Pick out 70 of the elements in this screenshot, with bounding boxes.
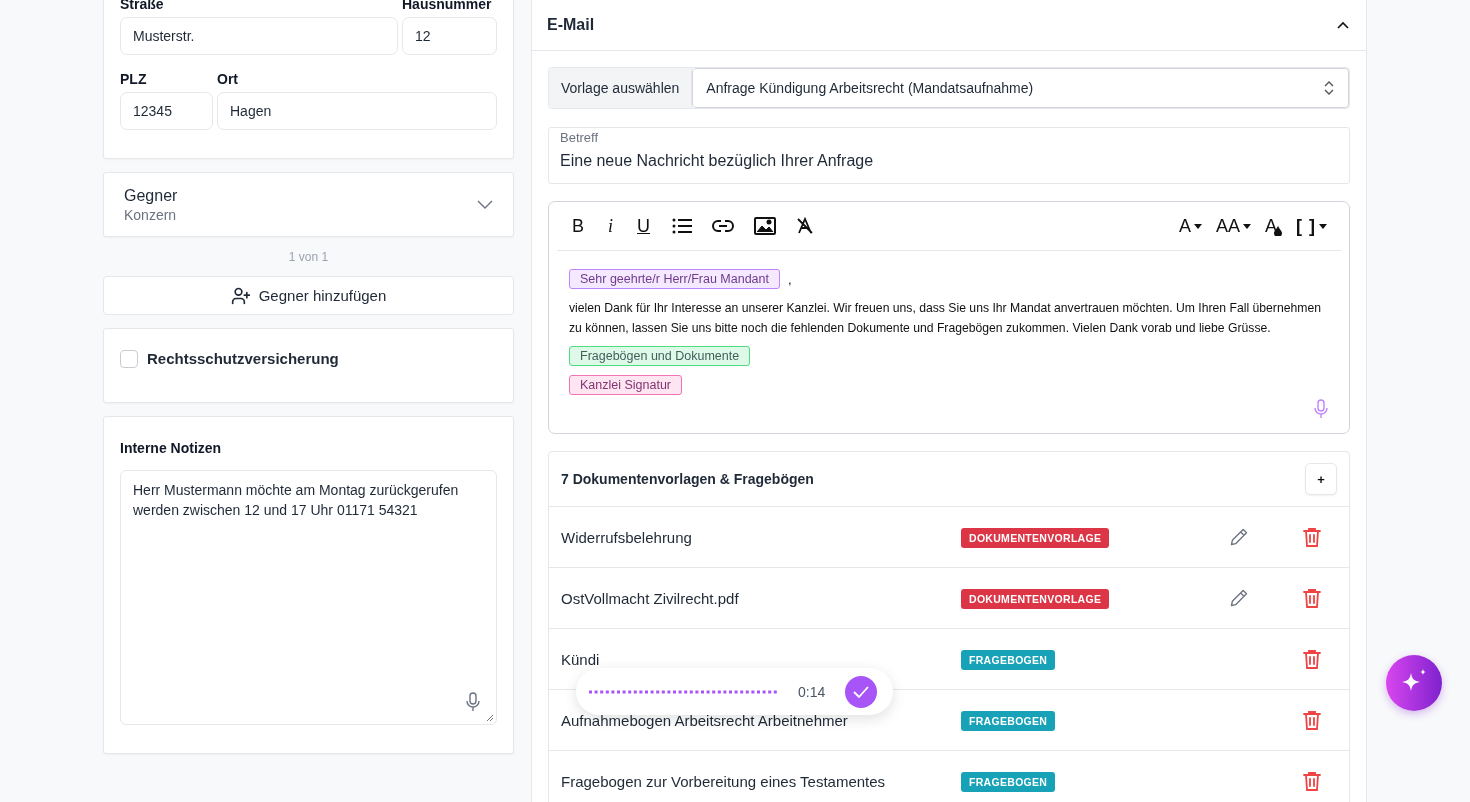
field-label: Hausnummer: [402, 0, 493, 12]
template-select[interactable]: Anfrage Kündigung Arbeitsrecht (Mandatsaufnahme): [692, 68, 1349, 108]
user-plus-icon: [230, 285, 251, 306]
input-field[interactable]: 12: [402, 17, 497, 55]
placeholder-tag[interactable]: Kanzlei Signatur: [569, 375, 683, 395]
input-field[interactable]: Musterstr.: [120, 17, 398, 55]
type-badge: DOKUMENTENVORLAGE: [961, 589, 1110, 609]
trash-icon[interactable]: [1303, 771, 1321, 791]
field-label: PLZ: [120, 71, 148, 87]
section-title: Interne Notizen: [120, 440, 223, 456]
documents-title: 7 Dokumentenvorlagen & Fragebögen: [561, 471, 814, 487]
pager-text: 1 von 1: [287, 250, 330, 264]
document-name: Aufnahmebogen Arbeitsrecht Arbeitnehmer: [561, 711, 849, 729]
document-name: Fragebogen zur Vorbereitung eines Testamentes: [561, 772, 887, 790]
font-button[interactable]: A: [1176, 215, 1204, 237]
clear-format-icon[interactable]: [796, 217, 815, 235]
document-name: Kündi: [561, 650, 601, 668]
trash-icon[interactable]: [1303, 649, 1321, 669]
sort-icon: [1324, 81, 1334, 95]
accordion-header[interactable]: Gegner Konzern: [103, 172, 514, 237]
resize-handle-icon[interactable]: [486, 714, 494, 722]
font-size-button[interactable]: AA: [1213, 215, 1253, 237]
input-field[interactable]: 12345: [120, 92, 213, 130]
trash-icon[interactable]: [1303, 710, 1321, 730]
email-paragraph: vielen Dank für Ihr Interesse an unserer Kanzlei. Wir freuen uns, dass Sie uns Ihr Mandat anvertrauen möchten. Um Ihren Fall übernehmen zu können, lassen Sie uns bitte noch die fehlenden Dokumente und Fragebögen zukommen. Vielen Dank vorab und liebe Grüsse.: [569, 300, 1322, 337]
check-icon: [853, 685, 870, 698]
link-icon[interactable]: [712, 220, 735, 232]
caret-icon: [1319, 223, 1327, 229]
pencil-icon[interactable]: [1229, 588, 1249, 608]
subject-field[interactable]: Betreff Eine neue Nachricht bezüglich Ihrer Anfrage: [548, 127, 1350, 184]
placeholder-tag[interactable]: Fragebögen und Dokumente: [569, 346, 751, 366]
section-title: Gegner: [124, 186, 178, 205]
accordion-header[interactable]: E-Mail: [532, 0, 1366, 51]
text-color-button[interactable]: A: [1263, 215, 1284, 237]
field-label: Ort: [217, 71, 239, 87]
comma-text: ,: [788, 271, 792, 287]
type-badge: FRAGEBOGEN: [961, 772, 1056, 792]
document-name: Widerrufsbelehrung: [561, 528, 693, 546]
microphone-icon: [465, 692, 481, 712]
recording-time: 0:14: [798, 683, 826, 700]
trash-icon[interactable]: [1303, 527, 1321, 547]
checkbox[interactable]: [120, 350, 138, 368]
image-icon[interactable]: [754, 217, 777, 235]
placeholder-tag[interactable]: Sehr geehrte/r Herr/Frau Mandant: [569, 269, 780, 289]
caret-icon: [1193, 223, 1202, 229]
checkbox-label: Rechtsschutzversicherung: [147, 350, 339, 367]
waveform-icon: [588, 689, 778, 694]
pencil-icon[interactable]: [1229, 527, 1249, 547]
droplet-icon: [1274, 226, 1282, 236]
add-opponent-button[interactable]: Gegner hinzufügen: [103, 276, 514, 315]
template-label: Vorlage auswählen: [549, 68, 693, 108]
bullet-list-icon[interactable]: [672, 218, 693, 234]
type-badge: DOKUMENTENVORLAGE: [961, 528, 1110, 548]
trash-icon[interactable]: [1303, 588, 1321, 608]
section-subtitle: Konzern: [124, 206, 178, 223]
add-button[interactable]: +: [1305, 463, 1337, 495]
section-title: E-Mail: [547, 16, 595, 34]
italic-button[interactable]: i: [606, 215, 616, 237]
bold-button[interactable]: B: [570, 215, 586, 237]
microphone-icon[interactable]: [1313, 399, 1329, 419]
type-badge: FRAGEBOGEN: [961, 650, 1056, 670]
input-field[interactable]: Hagen: [217, 92, 497, 130]
caret-icon: [1243, 223, 1251, 229]
confirm-button[interactable]: [845, 675, 878, 708]
type-badge: FRAGEBOGEN: [961, 711, 1056, 731]
underline-button[interactable]: U: [635, 215, 653, 237]
document-name: OstVollmacht Zivilrecht.pdf: [561, 589, 740, 607]
ai-assistant-button[interactable]: [1386, 655, 1442, 711]
notes-textarea[interactable]: Herr Mustermann möchte am Montag zurückgerufen werden zwischen 12 und 17 Uhr 01171 54321: [120, 470, 497, 725]
placeholder-button[interactable]: [ ]: [1294, 215, 1329, 237]
